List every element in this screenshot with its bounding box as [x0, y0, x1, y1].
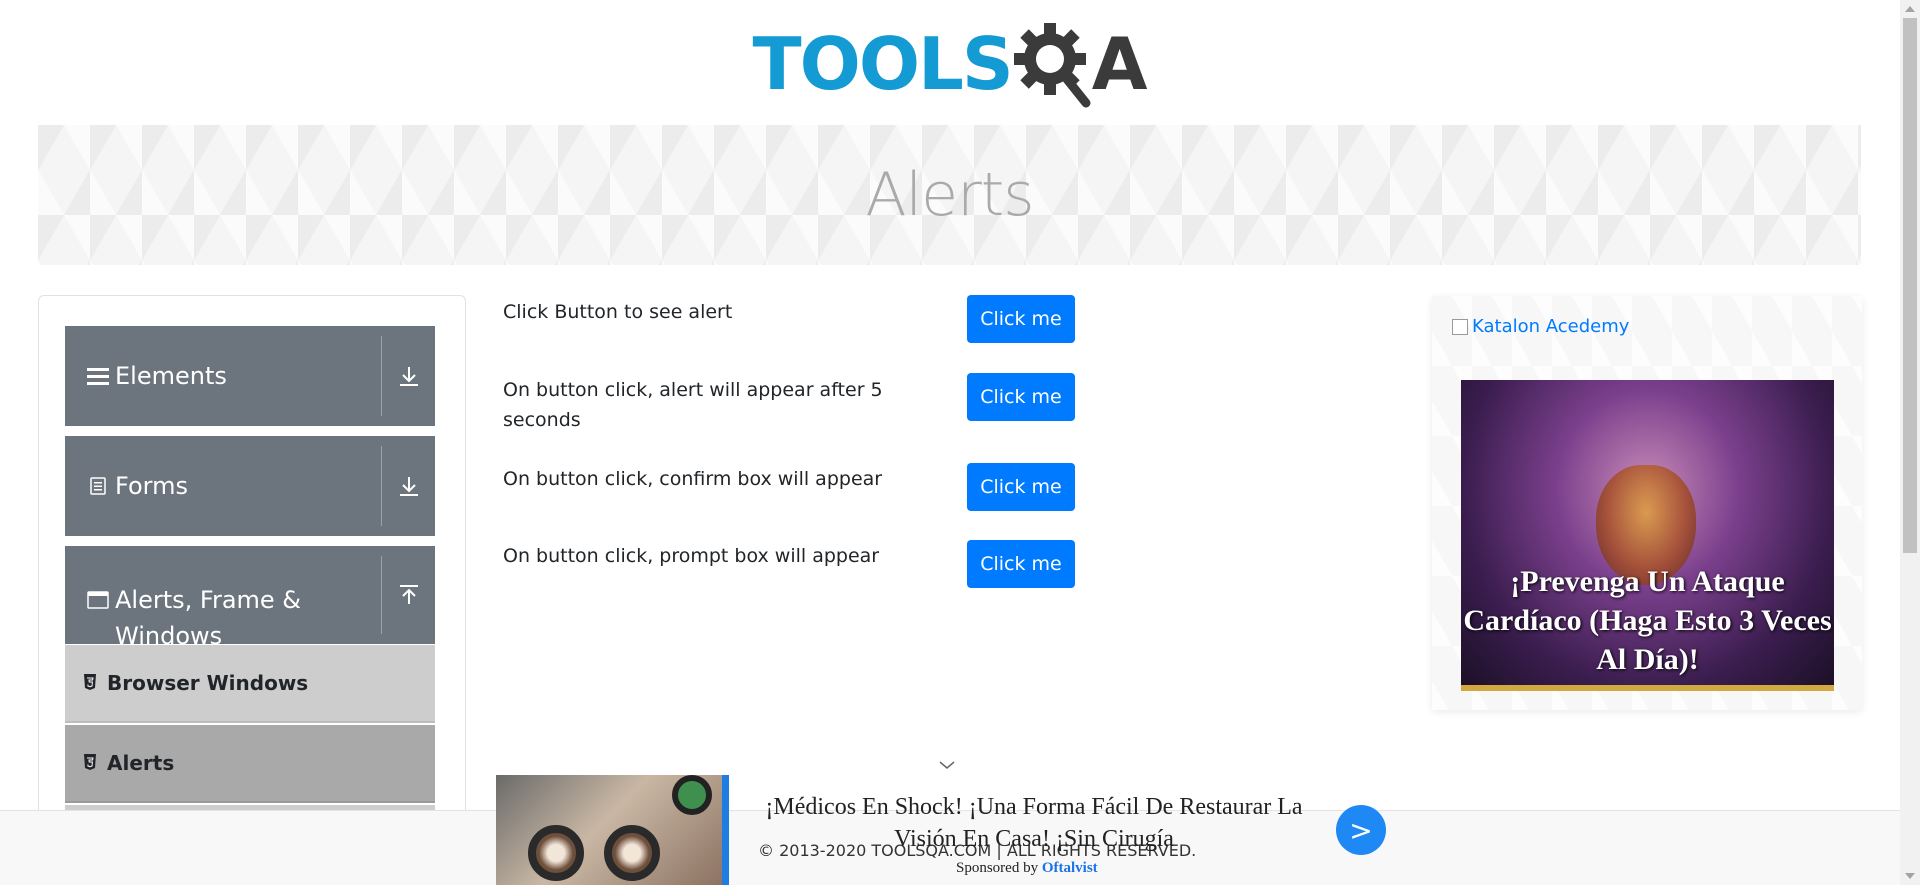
scrollbar-thumb[interactable]: [1903, 18, 1917, 553]
alert-button[interactable]: Click me: [967, 295, 1075, 343]
sidebar-item-alerts[interactable]: Alerts: [65, 725, 435, 803]
bottom-ad-next-button[interactable]: >: [1336, 805, 1386, 855]
vertical-scrollbar[interactable]: [1900, 0, 1920, 885]
katalon-academy-link-text: Katalon Acedemy: [1472, 316, 1630, 337]
bottom-advertisement[interactable]: ¡Médicos En Shock! ¡Una Forma Fácil De R…: [496, 775, 1386, 885]
gear-magnifier-icon: [1013, 23, 1091, 108]
sidebar-group-label: Forms: [65, 436, 381, 536]
window-icon: [85, 591, 111, 609]
sidebar-item-label: Alerts: [107, 751, 175, 775]
broken-image-icon: [1452, 318, 1468, 335]
logo-text: TOOLS: [752, 22, 1014, 106]
html5-icon: [83, 671, 97, 695]
bottom-ad-image: [496, 775, 728, 885]
sidebar-item-browser-windows[interactable]: Browser Windows: [65, 645, 435, 723]
alert-row-text: Click Button to see alert: [503, 301, 733, 323]
sponsored-by-text: Sponsored by: [956, 860, 1039, 876]
sidebar-group-label: Alerts, Frame & Windows: [65, 546, 381, 650]
download-arrow-icon[interactable]: [381, 336, 435, 416]
page-banner: Alerts: [38, 125, 1861, 265]
header: TOOLS A: [0, 14, 1900, 114]
upload-arrow-icon[interactable]: [381, 556, 435, 634]
side-ad-image[interactable]: ¡Prevenga Un Ataque Cardíaco (Haga Esto …: [1461, 380, 1834, 691]
bottom-ad-accent-bar: [722, 775, 729, 885]
sidebar-group-forms-label: Forms: [115, 472, 188, 500]
sidebar-group-forms[interactable]: Forms: [65, 436, 435, 536]
lens-illustration: [528, 825, 584, 881]
green-lens-illustration: [672, 775, 712, 815]
side-ad-caption: ¡Prevenga Un Ataque Cardíaco (Haga Esto …: [1463, 565, 1832, 676]
prompt-button[interactable]: Click me: [967, 540, 1075, 588]
download-arrow-icon[interactable]: [381, 446, 435, 526]
sidebar-group-elements[interactable]: Elements: [65, 326, 435, 426]
sidebar-item-label: Browser Windows: [107, 671, 309, 695]
hamburger-icon: [85, 366, 111, 386]
confirm-row-text: On button click, confirm box will appear: [503, 468, 883, 490]
page-title: Alerts: [865, 160, 1034, 230]
lens-illustration: [604, 825, 660, 881]
scroll-up-arrow-icon[interactable]: [1900, 0, 1920, 18]
confirm-button[interactable]: Click me: [967, 463, 1075, 511]
logo-accent: A: [1091, 22, 1148, 106]
sidebar-group-alerts-label-line1: Alerts, Frame &: [115, 586, 302, 614]
toolsqa-logo[interactable]: TOOLS A: [753, 14, 1148, 114]
sponsor-name[interactable]: Oftalvist: [1042, 860, 1098, 876]
bottom-ad-sponsor: Sponsored by Oftalvist: [956, 860, 1098, 877]
html5-icon: [83, 751, 97, 775]
timer-alert-button[interactable]: Click me: [967, 373, 1075, 421]
sidebar: Elements Forms Alerts, Frame & Windows B…: [38, 295, 466, 885]
prompt-row-text: On button click, prompt box will appear: [503, 545, 880, 567]
side-ad-bar: [1461, 685, 1834, 691]
sidebar-group-alerts-frame-windows[interactable]: Alerts, Frame & Windows: [65, 546, 435, 650]
side-advertisement: Katalon Acedemy ¡Prevenga Un Ataque Card…: [1432, 296, 1862, 710]
page: TOOLS A Alerts Elements Forms Alerts, Fr…: [0, 0, 1920, 885]
scroll-down-arrow-icon[interactable]: [1900, 867, 1920, 885]
katalon-academy-link[interactable]: Katalon Acedemy: [1452, 316, 1629, 337]
document-icon: [85, 477, 111, 495]
sidebar-group-label: Elements: [65, 326, 381, 426]
chevron-down-icon[interactable]: [937, 758, 957, 772]
bottom-ad-headline: ¡Médicos En Shock! ¡Una Forma Fácil De R…: [765, 794, 1303, 852]
sidebar-group-elements-label: Elements: [115, 362, 227, 390]
timer-alert-row-text: On button click, alert will appear after…: [503, 379, 883, 431]
